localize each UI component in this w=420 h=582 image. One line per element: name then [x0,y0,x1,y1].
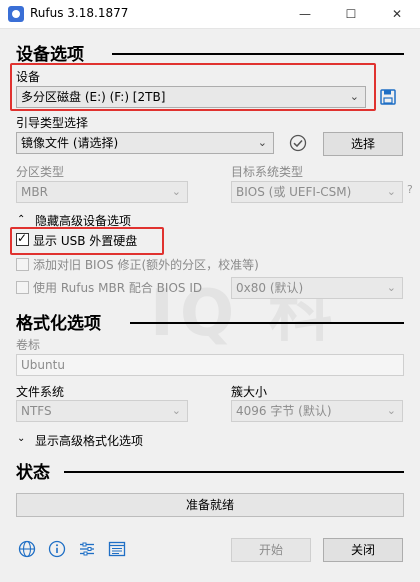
close-window-button[interactable]: ✕ [374,0,420,28]
drive-section-title: 设备选项 [16,45,84,65]
file-system-value: NTFS [21,404,52,418]
maximize-button[interactable]: ☐ [328,0,374,28]
show-usb-checkbox[interactable] [16,231,29,246]
drive-section-divider [112,53,404,55]
target-system-dropdown[interactable]: BIOS (或 UEFI-CSM) ⌄ [231,181,403,203]
bios-id-dropdown[interactable]: 0x80 (默认) ⌄ [231,277,403,299]
boot-selection-value: 镜像文件 (请选择) [21,136,119,150]
check-circle-icon[interactable] [289,134,307,152]
log-icon[interactable] [108,540,126,558]
format-section-divider [130,322,404,324]
bios-fix-label: 添加对旧 BIOS 修正(额外的分区，校准等) [33,258,259,272]
cluster-size-label: 簇大小 [231,385,268,399]
device-value: 多分区磁盘 (E:) (F:) [2TB] [21,90,166,104]
globe-icon[interactable] [18,540,36,558]
status-progress-bar: 准备就绪 [16,493,404,517]
partition-scheme-label: 分区类型 [16,165,65,179]
watermark: IQ 科 [150,277,339,351]
cluster-size-value: 4096 字节 (默认) [236,404,332,418]
help-icon[interactable]: ? [407,183,413,196]
chevron-up-icon[interactable]: ⌃ [17,214,25,225]
file-system-label: 文件系统 [16,385,65,399]
save-icon[interactable] [380,89,396,105]
file-system-dropdown[interactable]: NTFS ⌄ [16,400,188,422]
device-label: 设备 [16,70,41,84]
chevron-down-icon: ⌄ [349,90,359,103]
close-button[interactable]: 关闭 [323,538,403,562]
rufus-app-icon [8,6,24,22]
rufus-mbr-label: 使用 Rufus MBR 配合 BIOS ID [33,281,203,295]
chevron-down-icon: ⌄ [171,185,181,198]
title-bar: Rufus 3.18.1877 — ☐ ✕ [0,0,420,29]
minimize-button[interactable]: — [282,0,328,28]
chevron-down-icon: ⌄ [386,185,396,198]
start-button[interactable]: 开始 [231,538,311,562]
boot-selection-label: 引导类型选择 [16,116,89,130]
chevron-down-icon: ⌄ [257,136,267,149]
select-image-button[interactable]: 选择 [323,132,403,156]
device-dropdown[interactable]: 多分区磁盘 (E:) (F:) [2TB] ⌄ [16,86,366,108]
chevron-down-icon[interactable]: ⌄ [17,433,25,444]
partition-scheme-value: MBR [21,185,48,199]
settings-sliders-icon[interactable] [78,540,96,558]
bios-fix-checkbox[interactable] [16,258,29,271]
volume-label-label: 卷标 [16,338,41,352]
rufus-mbr-checkbox[interactable] [16,281,29,294]
status-section-title: 状态 [16,463,50,483]
chevron-down-icon: ⌄ [386,404,396,417]
chevron-down-icon: ⌄ [171,404,181,417]
info-icon[interactable] [48,540,66,558]
show-advanced-format-toggle[interactable]: 显示高级格式化选项 [35,432,143,449]
chevron-down-icon: ⌄ [386,281,396,294]
show-usb-label: 显示 USB 外置硬盘 [33,234,138,248]
volume-label-input[interactable]: Ubuntu [16,354,404,376]
format-section-title: 格式化选项 [16,314,101,334]
window-title: Rufus 3.18.1877 [30,6,129,20]
partition-scheme-dropdown[interactable]: MBR ⌄ [16,181,188,203]
cluster-size-dropdown[interactable]: 4096 字节 (默认) ⌄ [231,400,403,422]
boot-selection-dropdown[interactable]: 镜像文件 (请选择) ⌄ [16,132,274,154]
status-section-divider [64,471,404,473]
target-system-label: 目标系统类型 [231,165,304,179]
target-system-value: BIOS (或 UEFI-CSM) [236,185,352,199]
bios-id-value: 0x80 (默认) [236,281,304,295]
